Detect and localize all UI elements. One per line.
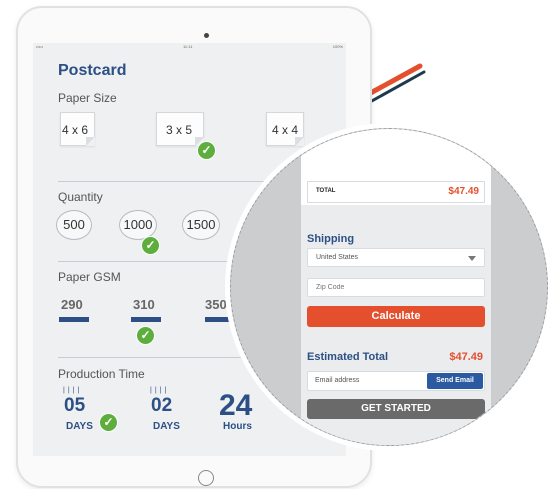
production-unit: DAYS <box>153 421 180 432</box>
email-placeholder: Email address <box>315 377 360 384</box>
estimated-total-label: Estimated Total <box>307 351 389 363</box>
paper-option-label: 4 x 6 <box>62 123 89 137</box>
production-unit: Hours <box>223 421 252 432</box>
check-icon: ✓ <box>141 236 160 255</box>
gsm-bar <box>59 317 89 322</box>
gsm-value: 290 <box>61 297 83 312</box>
status-bar: ••••• 11:11 100% <box>33 43 346 51</box>
production-time-label: Production Time <box>58 367 145 381</box>
production-value: 05 <box>64 395 86 416</box>
calculate-button[interactable]: Calculate <box>307 306 485 327</box>
send-email-button[interactable]: Send Email <box>427 373 483 389</box>
zip-code-input[interactable] <box>307 278 485 297</box>
page-title: Postcard <box>58 62 127 79</box>
country-select[interactable]: United States <box>307 248 485 267</box>
shipping-heading: Shipping <box>307 233 355 245</box>
total-row: TOTAL $47.49 <box>307 181 485 203</box>
gsm-bar <box>131 317 161 322</box>
check-icon: ✓ <box>197 141 216 160</box>
total-price: $47.49 <box>448 186 479 197</box>
calendar-icon: |||| <box>150 387 170 394</box>
check-icon: ✓ <box>99 413 118 432</box>
quantity-option-500[interactable]: 500 <box>56 210 92 240</box>
gsm-bar <box>205 317 235 322</box>
get-started-button[interactable]: GET STARTED <box>307 399 485 419</box>
paper-option-label: 4 x 4 <box>272 123 299 137</box>
status-battery: 100% <box>332 44 343 49</box>
home-button[interactable] <box>198 470 214 486</box>
gsm-value: 350 <box>205 297 227 312</box>
check-icon: ✓ <box>136 326 155 345</box>
production-unit: DAYS <box>66 421 93 432</box>
quantity-label: Quantity <box>58 190 103 204</box>
production-value: 24 <box>219 389 253 422</box>
total-label: TOTAL <box>316 188 336 194</box>
quantity-option-1500[interactable]: 1500 <box>182 210 220 240</box>
checkout-zoom-lens: TOTAL $47.49 Shipping United States Calc… <box>230 128 548 446</box>
chevron-down-icon <box>468 256 476 261</box>
estimated-total-price: $47.49 <box>449 351 483 363</box>
country-select-value: United States <box>316 254 359 261</box>
email-field[interactable]: Email address Send Email <box>307 371 485 391</box>
paper-option-label: 3 x 5 <box>166 123 193 137</box>
paper-size-label: Paper Size <box>58 91 117 105</box>
gsm-value: 310 <box>133 297 155 312</box>
paper-gsm-label: Paper GSM <box>58 270 121 284</box>
production-value: 02 <box>151 395 173 416</box>
camera-dot <box>204 33 209 38</box>
status-carrier: ••••• <box>36 44 44 49</box>
status-time: 11:11 <box>183 44 193 49</box>
calendar-icon: |||| <box>63 387 83 394</box>
